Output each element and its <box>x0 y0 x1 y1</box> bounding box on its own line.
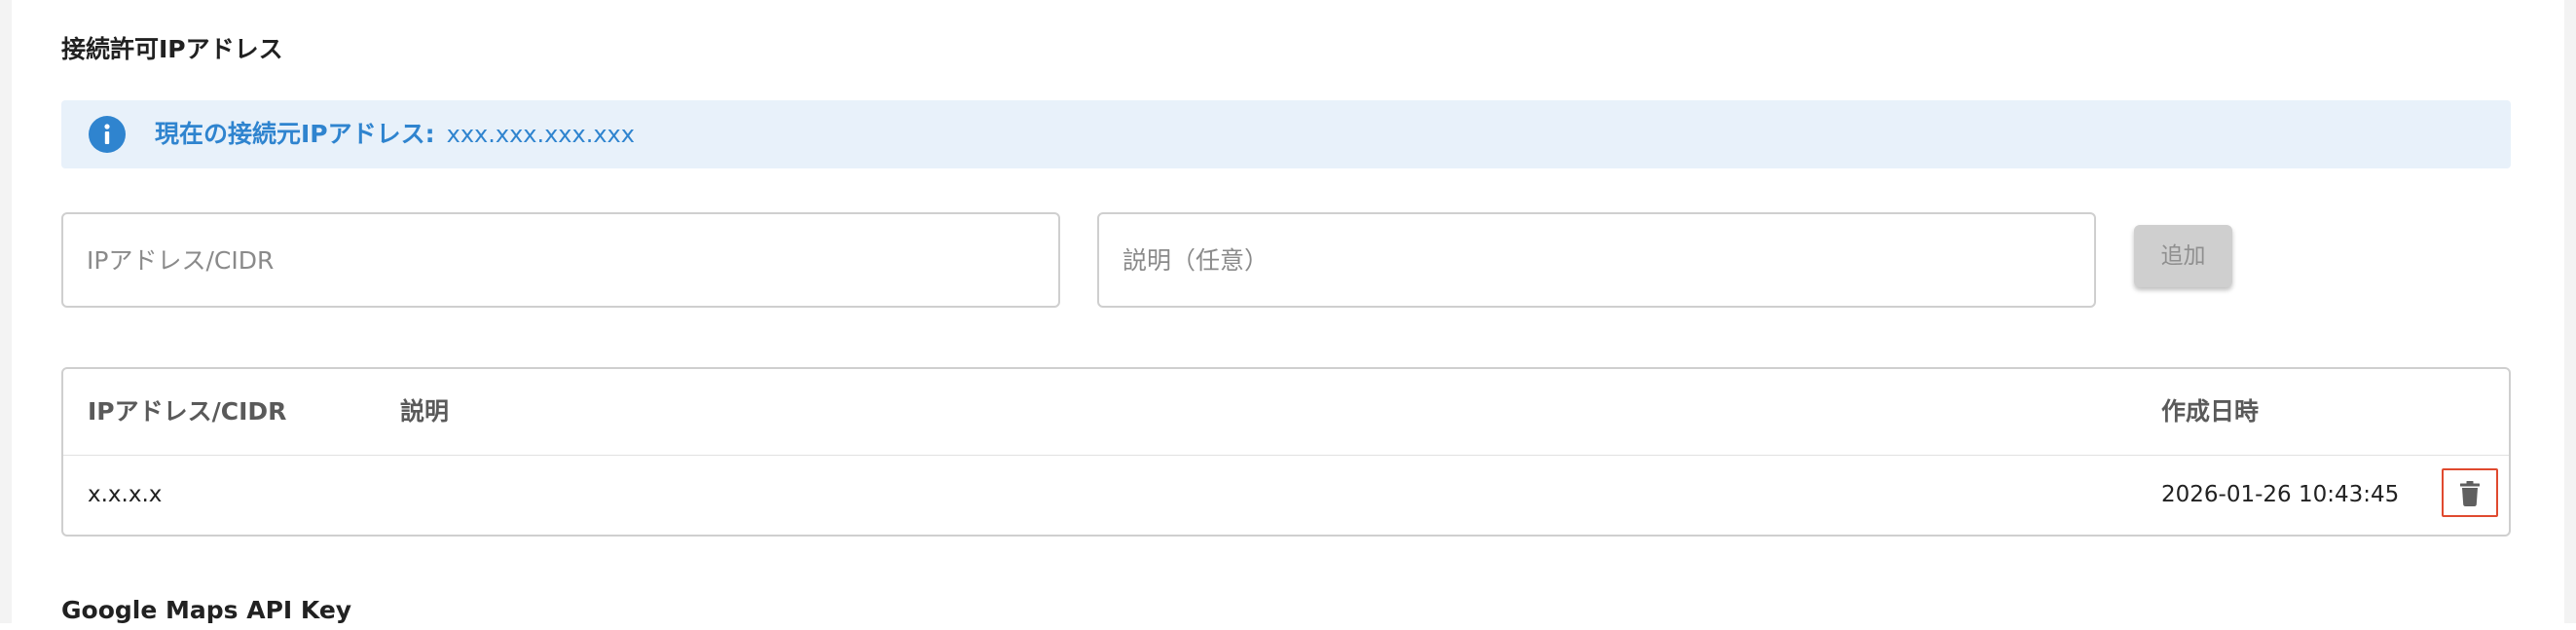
current-ip-label: 現在の接続元IPアドレス: <box>155 120 435 148</box>
section-title: 接続許可IPアドレス <box>61 35 283 63</box>
column-header-description: 説明 <box>400 397 450 426</box>
right-gutter <box>2564 0 2576 623</box>
current-ip-text: 現在の接続元IPアドレス: xxx.xxx.xxx.xxx <box>155 115 635 157</box>
row-created-at: 2026-01-26 10:43:45 <box>2161 482 2400 507</box>
current-ip-value: xxx.xxx.xxx.xxx <box>446 121 635 148</box>
description-input[interactable] <box>1122 238 2071 282</box>
trash-icon <box>2460 481 2480 506</box>
left-gutter <box>0 0 12 623</box>
description-field[interactable] <box>1097 212 2096 308</box>
delete-row-button[interactable] <box>2442 468 2498 517</box>
google-maps-api-key-title: Google Maps API Key <box>61 596 352 624</box>
settings-page: 接続許可IPアドレス 現在の接続元IPアドレス: xxx.xxx.xxx.xxx … <box>0 0 2576 624</box>
add-button[interactable]: 追加 <box>2134 225 2232 287</box>
info-icon <box>89 116 126 153</box>
column-header-created-at: 作成日時 <box>2161 397 2260 426</box>
ip-cidr-input[interactable] <box>87 238 1035 282</box>
row-ip-cidr: x.x.x.x <box>88 482 163 507</box>
column-header-ip-cidr: IPアドレス/CIDR <box>88 397 287 426</box>
table-row: x.x.x.x 2026-01-26 10:43:45 <box>63 456 2509 537</box>
ip-cidr-field[interactable] <box>61 212 1060 308</box>
table-header: IPアドレス/CIDR 説明 作成日時 <box>63 369 2509 456</box>
allowed-ip-table: IPアドレス/CIDR 説明 作成日時 x.x.x.x 2026-01-26 1… <box>61 367 2511 537</box>
current-ip-banner: 現在の接続元IPアドレス: xxx.xxx.xxx.xxx <box>61 100 2511 168</box>
